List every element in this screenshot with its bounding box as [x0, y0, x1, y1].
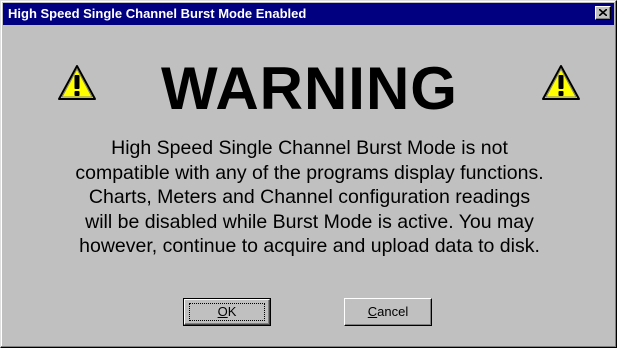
cancel-button-label: Cancel — [368, 304, 408, 319]
ok-button[interactable]: OK — [183, 298, 271, 326]
message-line: Charts, Meters and Channel configuration… — [88, 186, 531, 208]
message-line: however, continue to acquire and upload … — [79, 235, 540, 257]
close-button[interactable] — [595, 6, 611, 20]
ok-mnemonic: O — [217, 304, 228, 319]
warning-dialog: High Speed Single Channel Burst Mode Ena… — [0, 0, 617, 348]
message-line: High Speed Single Channel Burst Mode is … — [111, 137, 508, 159]
cancel-label-rest: ancel — [377, 304, 409, 319]
message-line: will be disabled while Burst Mode is act… — [85, 210, 534, 233]
cancel-mnemonic: C — [367, 304, 378, 319]
message-line: compatible with any of the programs disp… — [75, 161, 544, 184]
close-icon — [599, 9, 607, 16]
warning-message: High Speed Single Channel Burst Mode is … — [21, 136, 598, 259]
title-bar[interactable]: High Speed Single Channel Burst Mode Ena… — [3, 3, 614, 25]
ok-button-label: OK — [218, 304, 237, 319]
window-title: High Speed Single Channel Burst Mode Ena… — [8, 6, 307, 21]
warning-heading: WARNING — [161, 55, 458, 122]
ok-label-rest: K — [227, 304, 237, 319]
cancel-button[interactable]: Cancel — [344, 298, 432, 326]
